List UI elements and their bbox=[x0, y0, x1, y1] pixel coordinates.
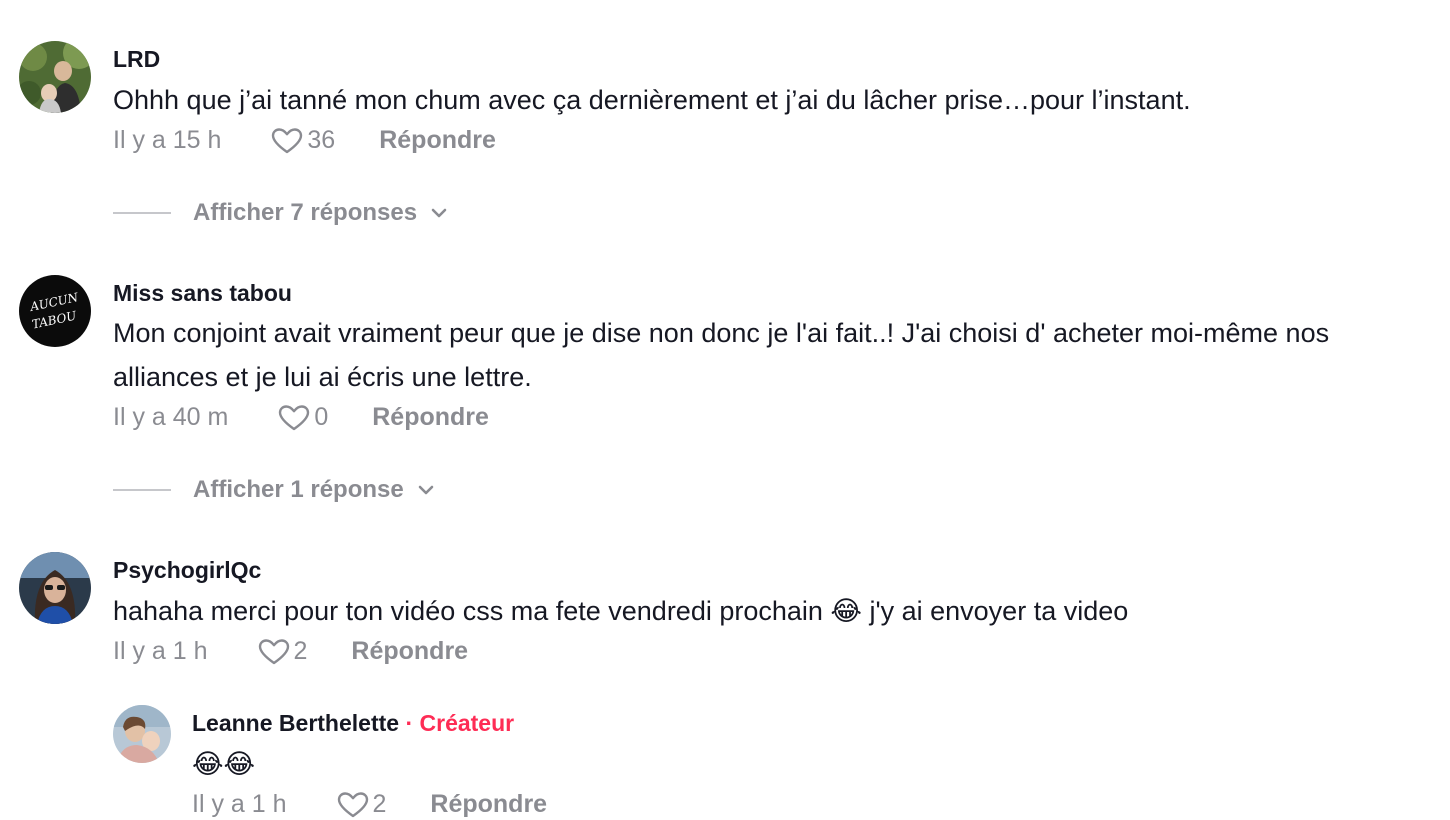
heart-icon bbox=[258, 638, 289, 664]
reply-text: 😂😂 bbox=[192, 749, 256, 779]
view-replies-button[interactable]: Afficher 7 réponses bbox=[113, 199, 449, 227]
like-button[interactable]: 2 bbox=[337, 790, 387, 819]
reply-username[interactable]: Leanne Berthelette · Créateur bbox=[192, 710, 514, 737]
like-count: 2 bbox=[293, 637, 308, 665]
avatar[interactable] bbox=[19, 41, 91, 113]
reply-button[interactable]: Répondre bbox=[379, 126, 496, 155]
avatar[interactable] bbox=[113, 705, 171, 763]
like-count: 0 bbox=[314, 403, 329, 431]
divider-line bbox=[113, 212, 171, 214]
divider-line bbox=[113, 489, 171, 491]
view-replies-label: Afficher 7 réponses bbox=[193, 199, 418, 226]
reply-username-text: Leanne Berthelette bbox=[192, 710, 400, 736]
comment-meta: Il y a 1 h 2 Répondre bbox=[113, 637, 468, 666]
reply-button[interactable]: Répondre bbox=[430, 790, 547, 819]
reply-timestamp: Il y a 1 h bbox=[192, 790, 287, 818]
view-replies-button[interactable]: Afficher 1 réponse bbox=[113, 476, 436, 504]
creator-badge: · Créateur bbox=[405, 710, 515, 736]
avatar[interactable]: AUCUN TABOU bbox=[19, 275, 91, 347]
reply-meta: Il y a 1 h 2 Répondre bbox=[192, 790, 547, 819]
chevron-down-icon bbox=[431, 208, 447, 218]
like-button[interactable]: 0 bbox=[278, 403, 328, 432]
comment-username[interactable]: Miss sans tabou bbox=[113, 280, 292, 307]
comment-timestamp: Il y a 15 h bbox=[113, 126, 222, 154]
like-button[interactable]: 2 bbox=[258, 637, 308, 666]
like-count: 36 bbox=[307, 126, 336, 154]
chevron-down-icon bbox=[418, 485, 434, 495]
avatar-photo bbox=[19, 41, 91, 113]
heart-icon bbox=[337, 791, 368, 817]
view-replies-label: Afficher 1 réponse bbox=[193, 476, 404, 503]
reply-button[interactable]: Répondre bbox=[351, 637, 468, 666]
comment-meta: Il y a 15 h 36 Répondre bbox=[113, 126, 496, 155]
reply-button[interactable]: Répondre bbox=[372, 403, 489, 432]
avatar-photo bbox=[19, 552, 91, 624]
like-button[interactable]: 36 bbox=[271, 126, 335, 155]
comment-timestamp: Il y a 40 m bbox=[113, 403, 229, 431]
avatar[interactable] bbox=[19, 552, 91, 624]
comment-text: hahaha merci pour ton vidéo css ma fete … bbox=[113, 596, 1129, 626]
comment-timestamp: Il y a 1 h bbox=[113, 637, 208, 665]
avatar-logo: AUCUN TABOU bbox=[19, 275, 91, 347]
comment-text: Ohhh que j’ai tanné mon chum avec ça der… bbox=[113, 85, 1191, 115]
comment-username[interactable]: LRD bbox=[113, 46, 160, 73]
like-count: 2 bbox=[372, 790, 387, 818]
heart-icon bbox=[272, 127, 303, 153]
comment-text: Mon conjoint avait vraiment peur que je … bbox=[113, 318, 1330, 392]
comment-username[interactable]: PsychogirlQc bbox=[113, 557, 261, 584]
comment-meta: Il y a 40 m 0 Répondre bbox=[113, 403, 489, 432]
avatar-photo bbox=[113, 705, 171, 763]
heart-icon bbox=[279, 404, 310, 430]
